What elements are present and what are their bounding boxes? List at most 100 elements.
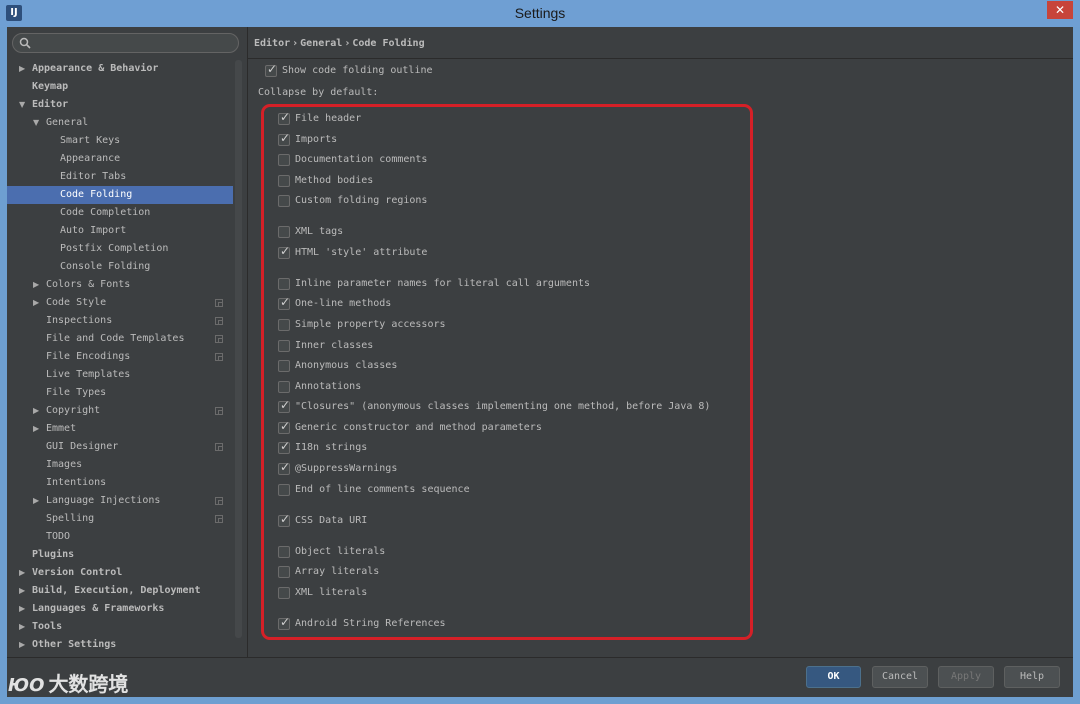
checkbox[interactable] — [278, 512, 290, 527]
checkbox[interactable] — [278, 398, 290, 413]
collapsed-arrow-icon[interactable]: ▶ — [33, 276, 43, 294]
checkbox[interactable] — [278, 566, 290, 578]
sidebar-item-tools[interactable]: ▶ Tools — [7, 618, 233, 636]
expanded-arrow-icon[interactable]: ▼ — [33, 114, 43, 132]
project-settings-icon — [215, 407, 223, 415]
sidebar-item-gui-designer[interactable]: GUI Designer — [7, 438, 233, 456]
checkbox-label: Inline parameter names for literal call … — [295, 278, 591, 289]
watermark-logo: ЮO — [8, 675, 45, 696]
checkbox[interactable] — [278, 419, 290, 434]
checkbox-label: Array literals — [295, 566, 380, 577]
sidebar-item-label: GUI Designer — [46, 441, 119, 452]
checkbox[interactable] — [278, 439, 290, 454]
footer-divider — [7, 657, 1073, 658]
sidebar-item-general[interactable]: ▼ General — [7, 114, 233, 132]
checkbox[interactable] — [278, 154, 290, 166]
collapsed-arrow-icon[interactable]: ▶ — [33, 402, 43, 420]
collapsed-arrow-icon[interactable]: ▶ — [19, 60, 29, 78]
checkbox[interactable] — [278, 381, 290, 393]
sidebar-item-appearance-behavior[interactable]: ▶ Appearance & Behavior — [7, 60, 233, 78]
collapsed-arrow-icon[interactable]: ▶ — [19, 582, 29, 600]
project-settings-icon — [215, 335, 223, 343]
checkbox-label: Imports — [295, 134, 338, 145]
checkbox[interactable] — [278, 546, 290, 558]
checkbox[interactable] — [278, 484, 290, 496]
help-button[interactable]: Help — [1004, 666, 1060, 688]
checkbox-label: CSS Data URI — [295, 515, 368, 526]
sidebar-item-file-encodings[interactable]: File Encodings — [7, 348, 233, 366]
checkbox-label: @SuppressWarnings — [295, 463, 398, 474]
collapsed-arrow-icon[interactable]: ▶ — [19, 636, 29, 654]
checkbox[interactable] — [278, 460, 290, 475]
sidebar-item-appearance[interactable]: Appearance — [7, 150, 233, 168]
checkbox[interactable] — [278, 195, 290, 207]
cancel-button[interactable]: Cancel — [872, 666, 928, 688]
apply-button[interactable]: Apply — [938, 666, 994, 688]
checkbox[interactable] — [278, 615, 290, 630]
checkbox[interactable] — [278, 278, 290, 290]
checkbox-label: "Closures" (anonymous classes implementi… — [295, 401, 711, 412]
checkbox[interactable] — [278, 131, 290, 146]
collapsed-arrow-icon[interactable]: ▶ — [19, 600, 29, 618]
sidebar-item-code-completion[interactable]: Code Completion — [7, 204, 233, 222]
sidebar-item-label: Editor — [32, 99, 69, 110]
sidebar-item-code-folding[interactable]: Code Folding — [7, 186, 233, 204]
collapsed-arrow-icon[interactable]: ▶ — [33, 294, 43, 312]
checkbox-label: End of line comments sequence — [295, 484, 470, 495]
sidebar-item-keymap[interactable]: Keymap — [7, 78, 233, 96]
sidebar-item-images[interactable]: Images — [7, 456, 233, 474]
collapsed-arrow-icon[interactable]: ▶ — [33, 420, 43, 438]
sidebar-item-label: Postfix Completion — [60, 243, 169, 254]
sidebar-item-label: Plugins — [32, 549, 75, 560]
sidebar-item-copyright[interactable]: ▶ Copyright — [7, 402, 233, 420]
sidebar-item-todo[interactable]: TODO — [7, 528, 233, 546]
sidebar-item-smart-keys[interactable]: Smart Keys — [7, 132, 233, 150]
collapsed-arrow-icon[interactable]: ▶ — [33, 492, 43, 510]
sidebar-item-label: Appearance & Behavior — [32, 63, 159, 74]
sidebar-item-spelling[interactable]: Spelling — [7, 510, 233, 528]
checkbox-label: Simple property accessors — [295, 319, 446, 330]
sidebar-item-label: Smart Keys — [60, 135, 121, 146]
sidebar-item-build-execution-deployment[interactable]: ▶ Build, Execution, Deployment — [7, 582, 233, 600]
sidebar-item-inspections[interactable]: Inspections — [7, 312, 233, 330]
collapsed-arrow-icon[interactable]: ▶ — [19, 618, 29, 636]
close-window-button[interactable]: ✕ — [1047, 1, 1073, 19]
code-folding-panel: Editor›General›Code Folding Show code fo… — [248, 27, 1073, 657]
expanded-arrow-icon[interactable]: ▼ — [19, 96, 29, 114]
collapsed-arrow-icon[interactable]: ▶ — [19, 564, 29, 582]
checkbox[interactable] — [278, 319, 290, 331]
sidebar-item-other-settings[interactable]: ▶ Other Settings — [7, 636, 233, 654]
sidebar-item-editor-tabs[interactable]: Editor Tabs — [7, 168, 233, 186]
sidebar-item-language-injections[interactable]: ▶ Language Injections — [7, 492, 233, 510]
sidebar-item-file-types[interactable]: File Types — [7, 384, 233, 402]
sidebar-item-label: Images — [46, 459, 83, 470]
checkbox[interactable] — [278, 244, 290, 259]
checkbox[interactable] — [278, 360, 290, 372]
sidebar-item-console-folding[interactable]: Console Folding — [7, 258, 233, 276]
sidebar-item-colors-fonts[interactable]: ▶ Colors & Fonts — [7, 276, 233, 294]
checkbox[interactable] — [278, 110, 290, 125]
sidebar-item-auto-import[interactable]: Auto Import — [7, 222, 233, 240]
sidebar-item-languages-frameworks[interactable]: ▶ Languages & Frameworks — [7, 600, 233, 618]
checkbox[interactable] — [278, 226, 290, 238]
sidebar-item-plugins[interactable]: Plugins — [7, 546, 233, 564]
checkbox[interactable] — [278, 295, 290, 310]
sidebar-item-version-control[interactable]: ▶ Version Control — [7, 564, 233, 582]
sidebar-item-label: Copyright — [46, 405, 101, 416]
sidebar-item-live-templates[interactable]: Live Templates — [7, 366, 233, 384]
project-settings-icon — [215, 443, 223, 451]
sidebar-scrollbar[interactable] — [235, 60, 242, 638]
checkbox[interactable] — [278, 175, 290, 187]
sidebar-item-postfix-completion[interactable]: Postfix Completion — [7, 240, 233, 258]
sidebar-item-file-and-code-templates[interactable]: File and Code Templates — [7, 330, 233, 348]
show-outline-checkbox[interactable] — [265, 62, 277, 77]
checkbox[interactable] — [278, 587, 290, 599]
ok-button[interactable]: OK — [806, 666, 861, 688]
sidebar-item-label: Intentions — [46, 477, 107, 488]
settings-search-input[interactable] — [12, 33, 239, 53]
checkbox[interactable] — [278, 340, 290, 352]
sidebar-item-editor[interactable]: ▼ Editor — [7, 96, 233, 114]
sidebar-item-emmet[interactable]: ▶ Emmet — [7, 420, 233, 438]
sidebar-item-code-style[interactable]: ▶ Code Style — [7, 294, 233, 312]
sidebar-item-intentions[interactable]: Intentions — [7, 474, 233, 492]
